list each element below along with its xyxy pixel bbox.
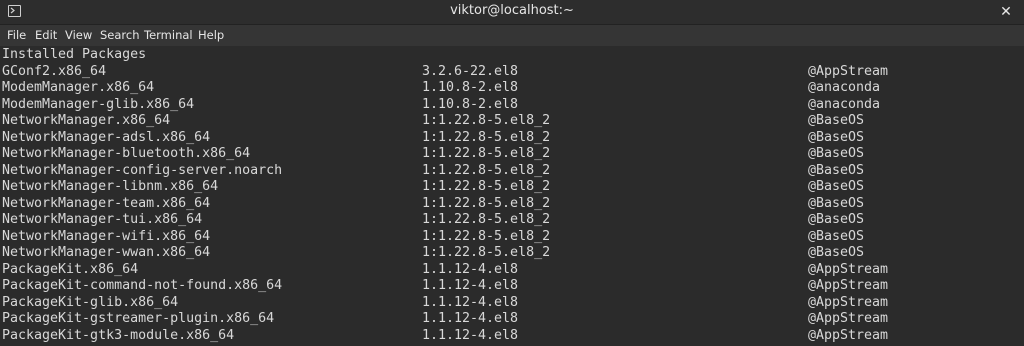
package-repo: @anaconda xyxy=(808,80,881,95)
package-version: 1:1.22.8-5.el8_2 xyxy=(422,245,551,260)
menu-bar: File Edit View Search Terminal Help xyxy=(0,25,1024,46)
package-repo: @BaseOS xyxy=(808,245,865,260)
package-version: 1.1.12-4.el8 xyxy=(422,311,519,326)
package-version: 1.1.12-4.el8 xyxy=(422,327,519,343)
package-row: NetworkManager-team.x86_64 1:1.22.8-5.el… xyxy=(2,196,864,213)
package-row: ModemManager-glib.x86_64 1.10.8-2.el8 @a… xyxy=(2,97,880,114)
package-row: NetworkManager-config-server.noarch 1:1.… xyxy=(2,163,864,180)
package-version: 1:1.22.8-5.el8_2 xyxy=(422,113,551,128)
package-repo: @AppStream xyxy=(808,63,889,79)
package-version: 1:1.22.8-5.el8_2 xyxy=(422,162,551,178)
package-repo: @BaseOS xyxy=(808,146,865,161)
package-version: 1.10.8-2.el8 xyxy=(422,96,519,112)
package-name: NetworkManager-wifi.x86_64 xyxy=(2,228,211,244)
package-repo: @BaseOS xyxy=(808,129,865,145)
package-name: PackageKit-gtk3-module.x86_64 xyxy=(2,327,235,343)
package-repo: @AppStream xyxy=(808,327,889,343)
package-row: PackageKit-command-not-found.x86_64 1.1.… xyxy=(2,278,888,295)
package-row: PackageKit-gtk3-module.x86_64 1.1.12-4.e… xyxy=(2,328,888,345)
package-row: NetworkManager-tui.x86_64 1:1.22.8-5.el8… xyxy=(2,212,864,229)
package-name: NetworkManager-tui.x86_64 xyxy=(2,212,203,227)
package-row: ModemManager.x86_64 1.10.8-2.el8 @anacon… xyxy=(2,80,880,97)
terminal-window: viktor@localhost:~ ✕ File Edit View Sear… xyxy=(0,0,1024,346)
menu-file[interactable]: File xyxy=(7,25,26,46)
package-repo: @BaseOS xyxy=(808,179,865,194)
package-name: PackageKit-gstreamer-plugin.x86_64 xyxy=(2,311,275,326)
package-name: NetworkManager-adsl.x86_64 xyxy=(2,129,211,145)
package-row: GConf2.x86_64 3.2.6-22.el8 @AppStream xyxy=(2,64,888,81)
package-row: NetworkManager-bluetooth.x86_64 1:1.22.8… xyxy=(2,146,864,163)
package-name: PackageKit.x86_64 xyxy=(2,261,139,277)
package-version: 1.1.12-4.el8 xyxy=(422,261,519,277)
menu-help[interactable]: Help xyxy=(198,25,224,46)
package-name: PackageKit-glib.x86_64 xyxy=(2,294,179,310)
package-version: 1:1.22.8-5.el8_2 xyxy=(422,129,551,145)
package-name: GConf2.x86_64 xyxy=(2,63,107,79)
menu-terminal[interactable]: Terminal xyxy=(144,25,193,46)
package-repo: @AppStream xyxy=(808,278,889,293)
package-name: ModemManager.x86_64 xyxy=(2,80,155,95)
package-version: 1.10.8-2.el8 xyxy=(422,80,519,95)
package-repo: @anaconda xyxy=(808,96,881,112)
package-version: 1:1.22.8-5.el8_2 xyxy=(422,228,551,244)
package-name: NetworkManager.x86_64 xyxy=(2,113,171,128)
package-row: PackageKit-glib.x86_64 1.1.12-4.el8 @App… xyxy=(2,295,888,312)
package-name: NetworkManager-team.x86_64 xyxy=(2,195,211,211)
menu-edit[interactable]: Edit xyxy=(35,25,57,46)
terminal-output[interactable]: Installed Packages GConf2.x86_64 3.2.6-2… xyxy=(0,46,1024,346)
package-row: NetworkManager.x86_64 1:1.22.8-5.el8_2 @… xyxy=(2,113,864,130)
package-name: NetworkManager-config-server.noarch xyxy=(2,162,283,178)
package-version: 1:1.22.8-5.el8_2 xyxy=(422,195,551,211)
package-version: 1:1.22.8-5.el8_2 xyxy=(422,212,551,227)
package-repo: @BaseOS xyxy=(808,195,865,211)
package-name: PackageKit-command-not-found.x86_64 xyxy=(2,278,283,293)
package-repo: @BaseOS xyxy=(808,212,865,227)
output-header: Installed Packages xyxy=(2,47,147,62)
package-name: ModemManager-glib.x86_64 xyxy=(2,96,195,112)
package-repo: @AppStream xyxy=(808,311,889,326)
package-repo: @BaseOS xyxy=(808,113,865,128)
package-row: PackageKit-gstreamer-plugin.x86_64 1.1.1… xyxy=(2,311,888,328)
package-version: 3.2.6-22.el8 xyxy=(422,63,519,79)
package-version: 1.1.12-4.el8 xyxy=(422,278,519,293)
package-row: NetworkManager-libnm.x86_64 1:1.22.8-5.e… xyxy=(2,179,864,196)
package-row: NetworkManager-adsl.x86_64 1:1.22.8-5.el… xyxy=(2,130,864,147)
title-bar[interactable]: viktor@localhost:~ ✕ xyxy=(0,0,1024,25)
package-row: PackageKit.x86_64 1.1.12-4.el8 @AppStrea… xyxy=(2,262,888,279)
package-version: 1:1.22.8-5.el8_2 xyxy=(422,179,551,194)
package-repo: @BaseOS xyxy=(808,162,865,178)
package-repo: @AppStream xyxy=(808,261,889,277)
package-name: NetworkManager-bluetooth.x86_64 xyxy=(2,146,251,161)
package-version: 1:1.22.8-5.el8_2 xyxy=(422,146,551,161)
package-row: NetworkManager-wifi.x86_64 1:1.22.8-5.el… xyxy=(2,229,864,246)
package-repo: @BaseOS xyxy=(808,228,865,244)
package-version: 1.1.12-4.el8 xyxy=(422,294,519,310)
package-row: NetworkManager-wwan.x86_64 1:1.22.8-5.el… xyxy=(2,245,864,262)
close-icon[interactable]: ✕ xyxy=(996,2,1016,22)
package-name: NetworkManager-wwan.x86_64 xyxy=(2,245,211,260)
package-name: NetworkManager-libnm.x86_64 xyxy=(2,179,219,194)
window-title: viktor@localhost:~ xyxy=(450,3,574,18)
menu-view[interactable]: View xyxy=(65,25,92,46)
package-repo: @AppStream xyxy=(808,294,889,310)
menu-search[interactable]: Search xyxy=(100,25,140,46)
